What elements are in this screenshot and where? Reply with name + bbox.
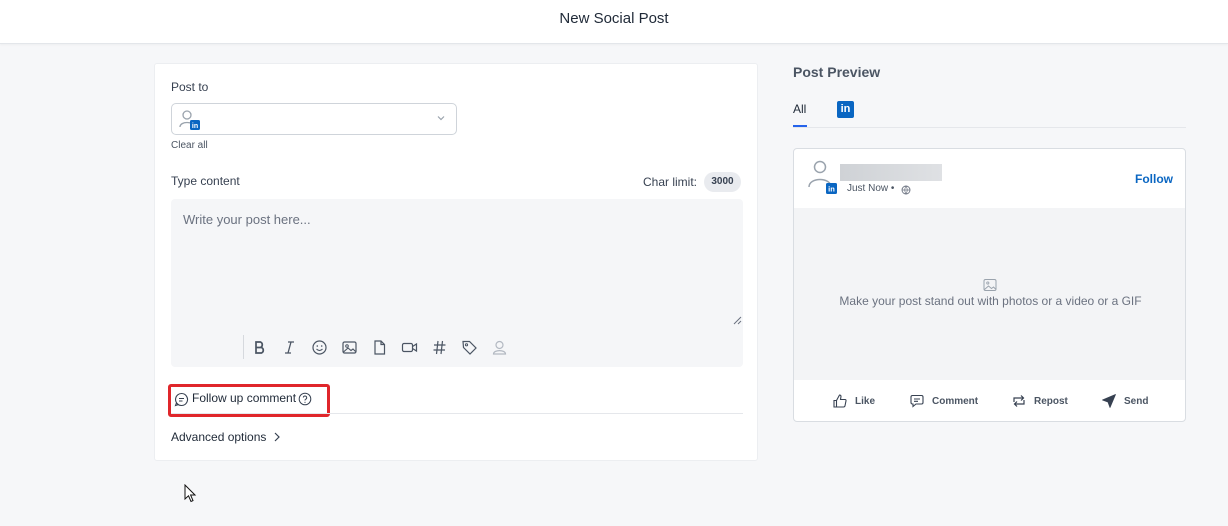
page-title: New Social Post — [559, 10, 669, 27]
emoji-icon — [311, 339, 327, 355]
emoji-button[interactable] — [304, 335, 334, 359]
follow-up-comment-label: Follow up comment — [192, 391, 297, 405]
like-action[interactable]: Like — [832, 393, 875, 409]
hashtag-button[interactable] — [424, 335, 454, 359]
mouse-cursor-icon — [184, 484, 197, 503]
compose-card: Post to in Clear all Type content Char l… — [154, 63, 758, 461]
mention-user-button[interactable] — [484, 335, 514, 359]
help-icon[interactable] — [298, 392, 312, 406]
char-limit-badge: 3000 — [704, 172, 741, 192]
linkedin-badge: in — [828, 185, 835, 194]
globe-icon — [901, 185, 911, 195]
resize-handle-icon[interactable] — [732, 315, 742, 325]
document-icon — [373, 339, 385, 355]
tab-divider — [793, 127, 1186, 128]
advanced-options-toggle[interactable]: Advanced options — [171, 430, 266, 444]
comment-action[interactable]: Comment — [909, 393, 978, 409]
post-timestamp: Just Now • — [847, 183, 895, 194]
send-action[interactable]: Send — [1101, 393, 1148, 409]
video-button[interactable] — [394, 335, 424, 359]
media-placeholder: Make your post stand out with photos or … — [794, 208, 1185, 380]
comment-icon — [910, 394, 924, 408]
account-avatar-icon: in — [179, 110, 200, 130]
image-icon — [341, 340, 357, 354]
video-icon — [401, 342, 417, 352]
top-bar: New Social Post — [0, 0, 1228, 44]
hashtag-icon — [433, 340, 445, 354]
editor-placeholder: Write your post here... — [183, 212, 311, 227]
italic-icon — [284, 340, 294, 354]
send-label: Send — [1124, 395, 1149, 407]
char-limit-label: Char limit: — [642, 175, 697, 189]
repost-label: Repost — [1034, 395, 1068, 407]
comment-icon — [174, 392, 189, 407]
image-button[interactable] — [334, 335, 364, 359]
account-select[interactable]: in — [171, 103, 457, 135]
follow-button[interactable]: Follow — [1135, 172, 1173, 186]
tag-button[interactable] — [454, 335, 484, 359]
profile-name-redacted — [840, 164, 942, 181]
tab-all[interactable]: All — [793, 102, 806, 116]
divider — [171, 413, 743, 414]
repost-icon — [1013, 395, 1025, 407]
linkedin-preview-card: in Just Now • Follow Make your post stan… — [793, 148, 1186, 422]
like-label: Like — [855, 395, 876, 407]
post-preview-title: Post Preview — [793, 64, 881, 80]
post-to-label: Post to — [171, 80, 209, 94]
post-actions: Like Comment Repost Send — [794, 380, 1185, 421]
image-placeholder-icon — [983, 279, 997, 291]
editor-toolbar — [243, 335, 514, 359]
profile-avatar-icon: in — [808, 160, 837, 194]
bold-icon — [254, 340, 264, 354]
thumbs-up-icon — [833, 394, 847, 408]
chevron-right-icon[interactable] — [272, 431, 282, 443]
post-editor[interactable]: Write your post here... — [171, 199, 743, 367]
italic-button[interactable] — [274, 335, 304, 359]
linkedin-badge: in — [192, 123, 198, 130]
mention-user-icon — [492, 340, 506, 355]
type-content-label: Type content — [171, 174, 240, 188]
tab-linkedin[interactable]: in — [837, 101, 854, 118]
document-button[interactable] — [364, 335, 394, 359]
chevron-down-icon — [437, 116, 445, 121]
bold-button[interactable] — [244, 335, 274, 359]
media-placeholder-text: Make your post stand out with photos or … — [839, 294, 1142, 308]
repost-action[interactable]: Repost — [1011, 393, 1068, 409]
tag-icon — [461, 340, 477, 355]
comment-label: Comment — [932, 395, 979, 407]
send-icon — [1102, 394, 1116, 408]
clear-all-link[interactable]: Clear all — [171, 140, 208, 151]
